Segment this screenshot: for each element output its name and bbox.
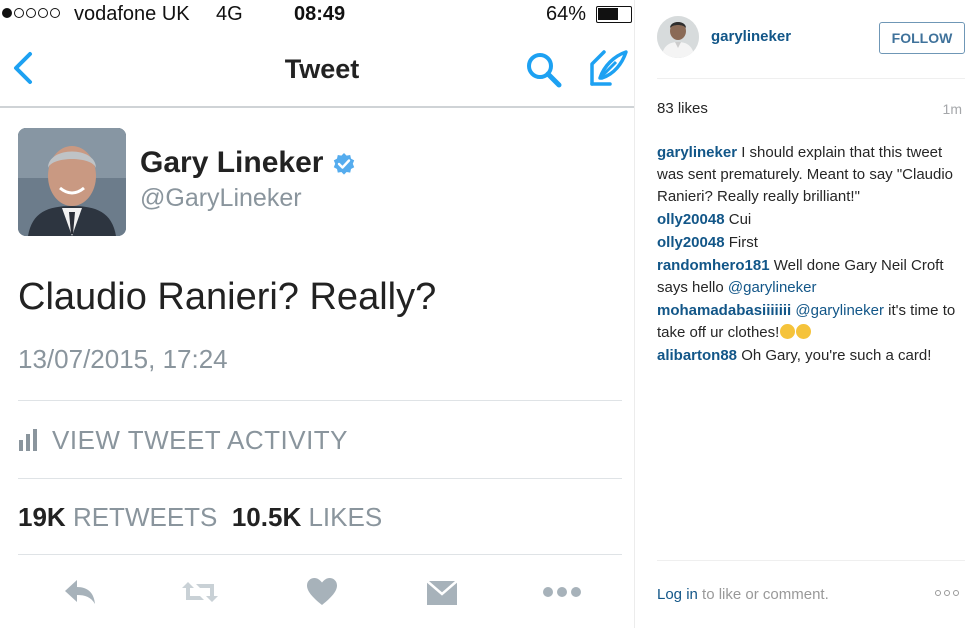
likes-count[interactable]: 83 likes (657, 100, 708, 117)
clock: 08:49 (294, 3, 346, 25)
reply-icon (65, 580, 95, 604)
comment-mention[interactable]: @garylineker (795, 302, 884, 319)
retweets-stat[interactable]: 19K RETWEETS (18, 502, 217, 532)
comment-mention[interactable]: @garylineker (728, 279, 817, 296)
comment: alibarton88 Oh Gary, you're such a card! (657, 345, 967, 367)
comment-username[interactable]: olly20048 (657, 234, 725, 251)
bar-chart-icon (19, 429, 37, 451)
tweet-actions (0, 570, 634, 614)
network-type: 4G (216, 3, 243, 25)
divider (657, 560, 965, 561)
comments-list: garylineker I should explain that this t… (657, 142, 967, 368)
divider (657, 78, 965, 79)
login-prompt: Log in to like or comment. (657, 586, 829, 603)
twitter-tweet-screen: vodafone UK 4G 08:49 64% Tweet Gary Line… (0, 0, 634, 628)
post-time-ago: 1m (942, 101, 962, 117)
comment: garylineker I should explain that this t… (657, 142, 967, 208)
view-tweet-activity-label: VIEW TWEET ACTIVITY (52, 424, 349, 455)
retweets-label: RETWEETS (72, 502, 218, 532)
login-link[interactable]: Log in (657, 586, 698, 603)
laughing-emoji-icon (780, 324, 796, 339)
search-icon (527, 53, 562, 88)
comment-username[interactable]: garylineker (657, 144, 737, 161)
nav-bar: Tweet (0, 36, 634, 106)
like-button[interactable] (302, 574, 342, 610)
tweet-text: Claudio Ranieri? Really? (18, 276, 437, 318)
likes-label: LIKES (308, 502, 383, 532)
more-button[interactable] (542, 574, 582, 610)
follow-button[interactable]: FOLLOW (879, 22, 965, 54)
verified-badge-icon (332, 152, 356, 176)
compose-icon (590, 50, 628, 86)
comment-username[interactable]: olly20048 (657, 211, 725, 228)
tweet-timestamp: 13/07/2015, 17:24 (18, 344, 228, 374)
author-handle[interactable]: @GaryLineker (140, 184, 302, 213)
comment: mohamadabasiiiiiii @garylineker it's tim… (657, 300, 967, 344)
carrier-name: vodafone UK (74, 3, 190, 25)
likes-count: 10.5K (231, 502, 302, 532)
login-prompt-text: to like or comment. (697, 586, 829, 603)
post-options-more-icon[interactable] (935, 590, 959, 596)
author-avatar[interactable] (18, 128, 126, 236)
engagement-stats: 19K RETWEETS 10.5K LIKES (18, 502, 382, 533)
instagram-username[interactable]: garylineker (711, 28, 791, 45)
divider (18, 478, 622, 479)
smiling-emoji-icon (796, 324, 812, 339)
nav-divider (0, 106, 634, 108)
author-name[interactable]: Gary Lineker (140, 146, 323, 180)
retweet-icon (182, 582, 218, 602)
profile-photo (657, 16, 699, 58)
like-heart-icon (307, 578, 337, 605)
more-icon (543, 587, 581, 597)
retweet-button[interactable] (180, 574, 220, 610)
instagram-post-panel: garylineker FOLLOW 83 likes 1m garylinek… (634, 0, 980, 628)
reply-button[interactable] (60, 574, 100, 610)
author-photo (18, 128, 126, 236)
direct-message-icon (426, 580, 458, 605)
battery-percent: 64% (546, 3, 587, 25)
comment-text: First (728, 234, 758, 251)
battery-icon (596, 6, 632, 23)
retweets-count: 19K (18, 502, 66, 532)
divider (18, 400, 622, 401)
signal-strength-icon (2, 8, 60, 18)
divider (18, 554, 622, 555)
comment: olly20048 First (657, 232, 967, 254)
status-bar: vodafone UK 4G 08:49 64% (0, 0, 634, 30)
comment-text: Cui (728, 211, 752, 228)
direct-message-button[interactable] (422, 574, 462, 610)
comment: olly20048 Cui (657, 209, 967, 231)
likes-stat[interactable]: 10.5K LIKES (232, 502, 382, 532)
comment-username[interactable]: mohamadabasiiiiiii (657, 302, 791, 319)
comment-text: Oh Gary, you're such a card! (741, 347, 932, 364)
view-tweet-activity-button[interactable]: VIEW TWEET ACTIVITY (18, 424, 348, 456)
search-button[interactable] (524, 50, 564, 90)
compose-button[interactable] (586, 46, 630, 90)
comment: randomhero181 Well done Gary Neil Croft … (657, 255, 967, 299)
instagram-avatar[interactable] (657, 16, 699, 58)
comment-username[interactable]: randomhero181 (657, 257, 770, 274)
comment-username[interactable]: alibarton88 (657, 347, 737, 364)
